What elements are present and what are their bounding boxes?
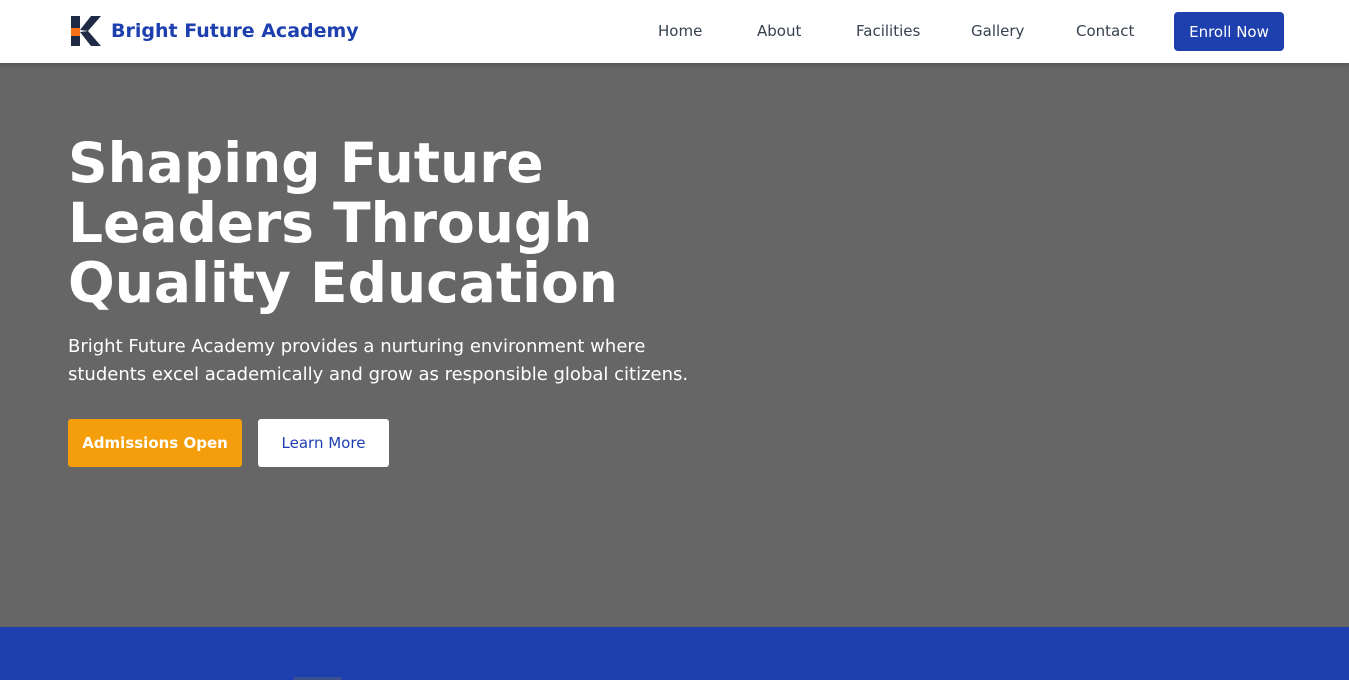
hero-subtitle-line: Bright Future Academy provides a nurturi… (68, 336, 646, 357)
learn-more-button[interactable]: Learn More (258, 419, 389, 467)
brand-name: Bright Future Academy (111, 20, 359, 42)
brand-link[interactable]: Bright Future Academy (70, 15, 359, 47)
hero-title-line: Quality Education (68, 251, 618, 315)
enroll-now-button[interactable]: Enroll Now (1174, 12, 1284, 51)
hero-title-line: Leaders Through (68, 191, 593, 255)
nav-link-about[interactable]: About (757, 22, 801, 40)
nav-link-contact[interactable]: Contact (1076, 22, 1134, 40)
hero-subtitle: Bright Future Academy provides a nurturi… (68, 333, 708, 389)
hero-title-line: Shaping Future (68, 131, 544, 195)
hero-section: Shaping Future Leaders Through Quality E… (0, 63, 1349, 627)
top-navbar: Bright Future Academy Home About Facilit… (0, 0, 1349, 63)
hero-subtitle-line: students excel academically and grow as … (68, 364, 689, 385)
admissions-open-button[interactable]: Admissions Open (68, 419, 242, 467)
blue-band-section (0, 627, 1349, 680)
nav-link-facilities[interactable]: Facilities (856, 22, 920, 40)
hero-title: Shaping Future Leaders Through Quality E… (68, 133, 708, 313)
nav-link-gallery[interactable]: Gallery (971, 22, 1024, 40)
k-logo-icon (71, 16, 101, 46)
nav-link-home[interactable]: Home (658, 22, 702, 40)
